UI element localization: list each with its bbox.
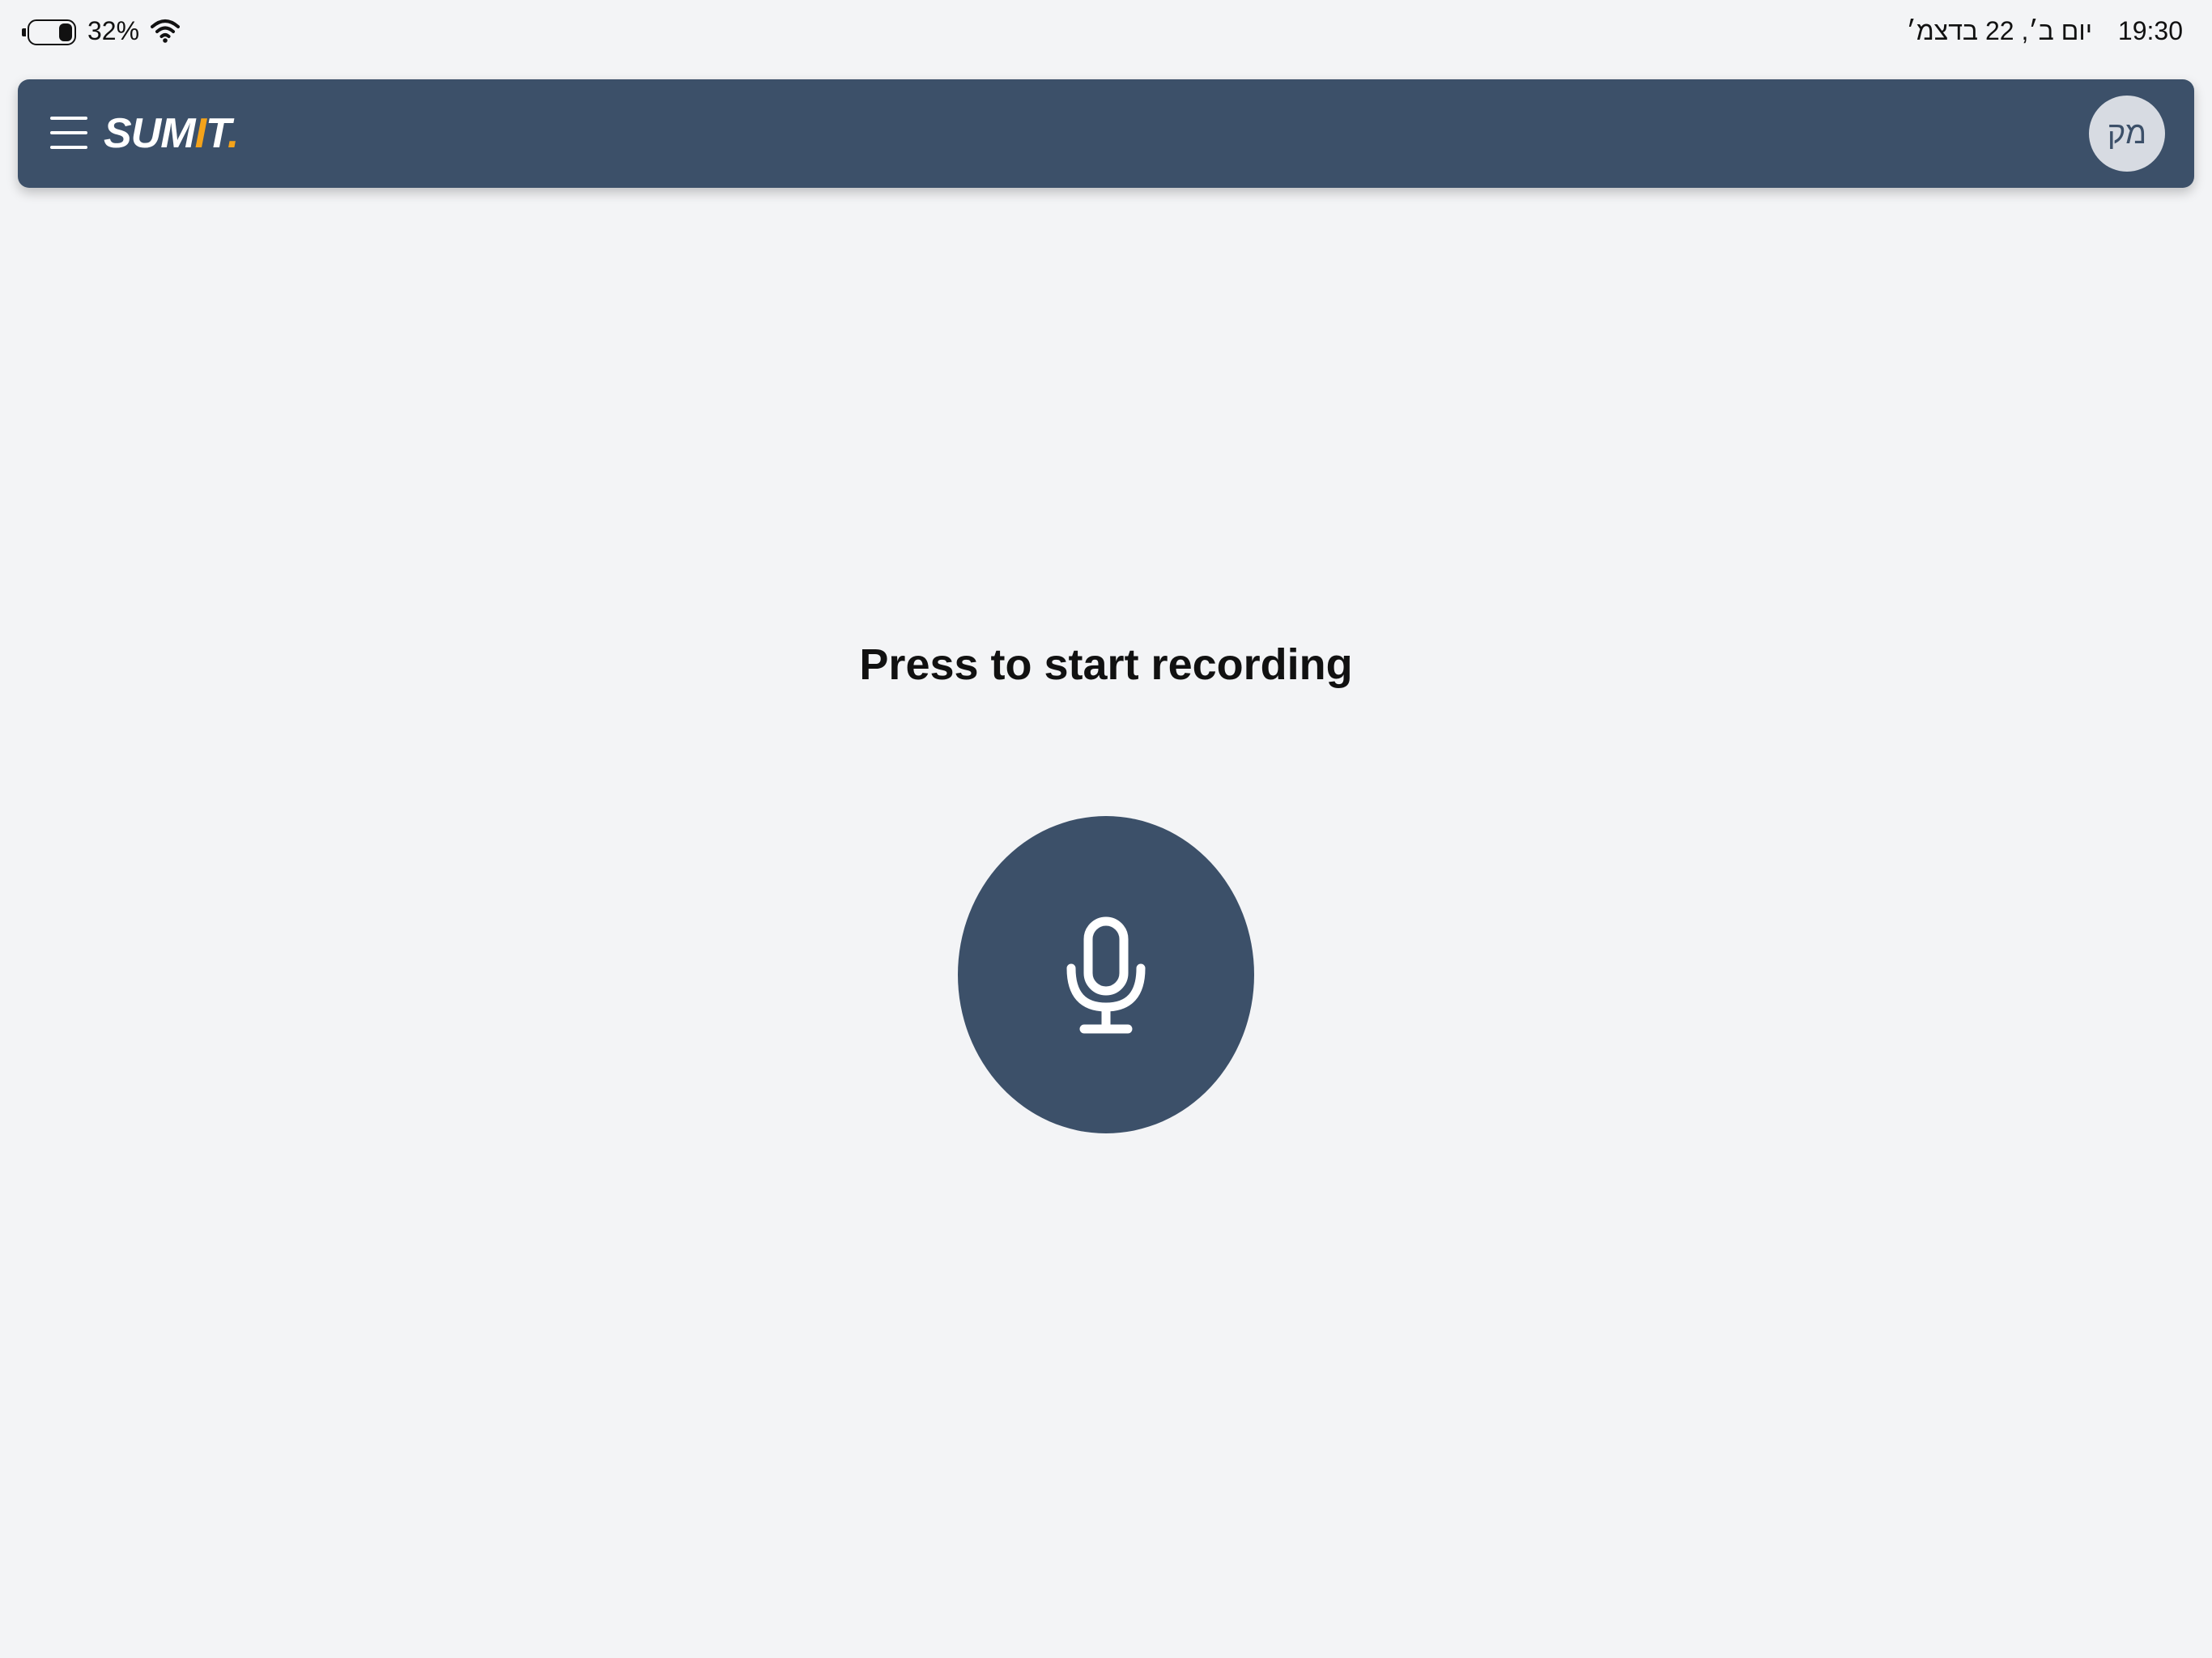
logo-text-main: SUM: [104, 110, 196, 157]
screen: 32% יום ב׳, 22 בדצמ׳ 19:30 SUMIT. מק Pre…: [0, 0, 2212, 1658]
wifi-icon: [151, 19, 180, 43]
user-avatar[interactable]: מק: [2089, 96, 2165, 172]
battery-icon: [22, 19, 76, 45]
status-time: 19:30: [2117, 16, 2183, 45]
logo-text-accent-i: I: [194, 110, 206, 157]
microphone-icon: [1066, 916, 1146, 1034]
logo-dot: .: [227, 110, 239, 157]
app-header: SUMIT. מק: [18, 79, 2194, 188]
battery-fill: [59, 23, 72, 41]
recording-prompt: Press to start recording: [859, 640, 1353, 689]
logo-text-tail: T: [206, 110, 228, 157]
status-bar: 32% יום ב׳, 22 בדצמ׳ 19:30: [0, 0, 2212, 68]
hamburger-menu-icon[interactable]: [50, 117, 87, 149]
sumit-logo: SUMIT.: [104, 108, 239, 159]
battery-percent: 32%: [87, 16, 140, 45]
record-button[interactable]: [958, 816, 1254, 1133]
status-date: יום ב׳, 22 בדצמ׳: [1906, 16, 2092, 45]
